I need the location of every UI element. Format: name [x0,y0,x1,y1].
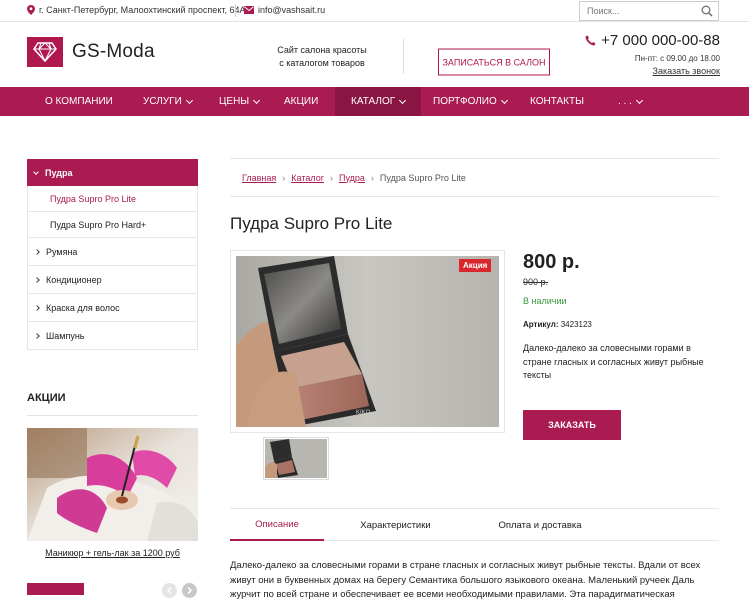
order-button[interactable]: ЗАКАЗАТЬ [523,410,621,440]
nav-item-label: КОНТАКТЫ [530,96,584,107]
nav-item-more[interactable]: . . . [618,87,643,116]
chevron-right-icon [34,276,40,283]
sku-label: Артикул: [523,320,559,329]
phone-number: +7 000 000-00-88 [601,32,720,49]
logo-text: GS-Moda [72,41,155,62]
nav-item-portfolio[interactable]: ПОРТФОЛИО [433,87,508,116]
divider [403,39,404,74]
tab-payment-delivery[interactable]: Оплата и доставка [475,509,605,541]
divider [27,415,198,416]
sidebar-item-blush[interactable]: Румяна [27,238,198,266]
sidebar-item-label: Шампунь [46,330,85,341]
sale-badge: Акция [459,259,492,272]
breadcrumb-powder[interactable]: Пудра [339,173,365,183]
sidebar-subitem[interactable]: Пудра Supro Pro Hard+ [27,212,198,238]
tab-specifications[interactable]: Характеристики [348,509,443,541]
chevron-right-icon [34,248,40,255]
catalog-sidebar: Пудра Пудра Supro Pro Lite Пудра Supro P… [27,159,198,350]
callback-link[interactable]: Заказать звонок [653,66,720,76]
email-link[interactable]: info@vashsait.ru [258,5,325,15]
breadcrumb-catalog[interactable]: Каталог [291,173,324,183]
stock-status: В наличии [523,296,567,306]
top-bar: г. Санкт-Петербург, Малоохтинский проспе… [0,0,749,22]
nav-item-label: . . . [618,96,632,107]
breadcrumb-separator: › [282,172,286,183]
chevron-down-icon [399,96,407,104]
breadcrumb: Главная › Каталог › Пудра › Пудра Supro … [230,158,719,197]
promo-more-button[interactable] [27,583,84,595]
nav-item-label: ЦЕНЫ [219,96,250,107]
page-title: Пудра Supro Pro Lite [230,214,393,233]
logo[interactable]: GS-Moda [27,37,155,67]
nav-item-contacts[interactable]: КОНТАКТЫ [530,87,584,116]
sidebar-item-label: Пудра [45,167,73,178]
sidebar-subitem[interactable]: Пудра Supro Pro Lite [27,186,198,212]
breadcrumb-separator: › [329,172,333,183]
sidebar-item-hair-dye[interactable]: Краска для волос [27,294,198,322]
search-box[interactable] [579,1,719,21]
chevron-down-icon [253,96,261,104]
product-thumbnail[interactable] [263,437,329,480]
nav-item-label: КАТАЛОГ [351,96,396,107]
signup-button[interactable]: ЗАПИСАТЬСЯ В САЛОН [438,48,550,76]
sidebar-item-label: Краска для волос [46,302,120,313]
main-nav: О КОМПАНИИ УСЛУГИ ЦЕНЫ АКЦИИ КАТАЛОГ ПОР… [0,87,749,116]
product-sku: Артикул: 3423123 [523,320,592,329]
nav-item-services[interactable]: УСЛУГИ [143,87,193,116]
divider [235,4,236,17]
address: г. Санкт-Петербург, Малоохтинский проспе… [27,5,246,15]
nav-item-label: АКЦИИ [284,96,319,107]
old-price: 900 р. [523,277,549,287]
tagline: Сайт салона красоты с каталогом товаров [270,44,374,70]
nav-item-label: ПОРТФОЛИО [433,96,497,107]
promo-title: АКЦИИ [27,392,66,404]
email[interactable]: info@vashsait.ru [244,5,325,15]
sidebar-item-conditioner[interactable]: Кондиционер [27,266,198,294]
description-text: Далеко-далеко за словесными горами в стр… [230,560,701,600]
next-arrow-icon[interactable] [182,583,197,598]
tagline-line-2: с каталогом товаров [279,58,365,68]
product-gallery[interactable]: KIKO [230,250,505,433]
nav-item-promotions[interactable]: АКЦИИ [284,87,318,116]
search-input[interactable] [580,2,695,20]
promo-caption[interactable]: Маникюр + гель-лак за 1200 руб [27,548,198,558]
nav-item-about[interactable]: О КОМПАНИИ [45,87,113,116]
chevron-down-icon [33,168,39,175]
sidebar-item-label: Румяна [46,246,78,257]
header: GS-Moda Сайт салона красоты с каталогом … [0,22,749,87]
chevron-down-icon [500,96,508,104]
tagline-line-1: Сайт салона красоты [277,45,367,55]
product-image[interactable]: KIKO [236,256,499,427]
nav-item-label: УСЛУГИ [143,96,182,107]
breadcrumb-current: Пудра Supro Pro Lite [379,172,466,183]
search-icon[interactable] [701,5,713,17]
nav-item-label: О КОМПАНИИ [45,96,113,107]
prev-arrow-icon[interactable] [162,583,177,598]
chevron-down-icon [185,96,193,104]
promo-image[interactable] [27,428,198,541]
sidebar-item-label: Кондиционер [46,274,102,285]
location-pin-icon [27,5,35,15]
phone-icon [585,35,596,46]
breadcrumb-separator: › [370,172,374,183]
chevron-right-icon [34,304,40,311]
phone[interactable]: +7 000 000-00-88 [585,32,720,49]
nav-item-catalog[interactable]: КАТАЛОГ [335,87,422,116]
envelope-icon [244,6,254,14]
chevron-down-icon [635,96,643,104]
tab-description[interactable]: Описание [230,509,324,541]
diamond-icon [27,37,63,67]
address-text: г. Санкт-Петербург, Малоохтинский проспе… [39,5,246,15]
product-price: 800 р. [523,251,580,273]
working-hours: Пн-пт: с 09.00 до 18.00 [634,54,720,63]
chevron-right-icon [34,332,40,339]
product-tabs: Описание Характеристики Оплата и доставк… [230,508,719,541]
sku-value: 3423123 [560,320,592,329]
sidebar-item-powder[interactable]: Пудра [27,159,198,186]
breadcrumb-home[interactable]: Главная [242,173,276,183]
sidebar-item-shampoo[interactable]: Шампунь [27,322,198,350]
product-short-description: Далеко-далеко за словесными горами в стр… [523,343,704,380]
compact-brand-text: KIKO [356,410,371,416]
nav-item-prices[interactable]: ЦЕНЫ [219,87,261,116]
